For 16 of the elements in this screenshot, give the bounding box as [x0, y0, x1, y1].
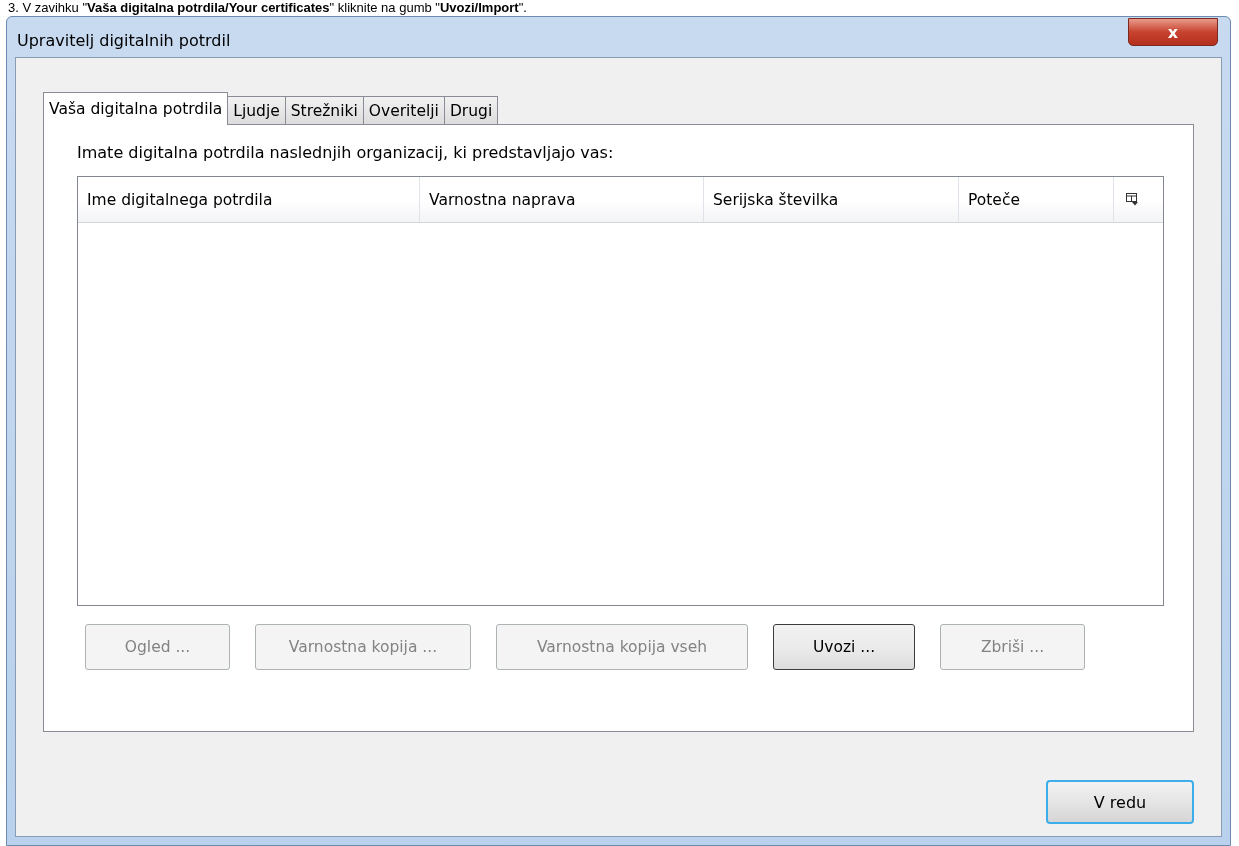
intro-text: Imate digitalna potrdila naslednjih organizacij, ki predstavljajo vas:: [77, 143, 615, 162]
document-text: 3. V zavihku "Vaša digitalna potrdila/Your certificates" kliknite na gumb "Uvozi/Import".: [7, 0, 528, 16]
ok-button[interactable]: V redu: [1046, 780, 1194, 824]
tab[interactable]: Drugi: [443, 96, 499, 124]
tab[interactable]: Overitelji: [362, 96, 445, 124]
column-header[interactable]: Serijska številka: [704, 177, 959, 222]
tab[interactable]: Strežniki: [284, 96, 364, 124]
action-button[interactable]: Uvozi ...: [773, 624, 915, 670]
tab[interactable]: Vaša digitalna potrdila: [43, 92, 229, 125]
column-header[interactable]: Varnostna naprava: [420, 177, 704, 222]
window-title: Upravitelj digitalnih potrdil: [16, 29, 231, 50]
tab[interactable]: Ljudje: [227, 96, 286, 124]
close-button[interactable]: x: [1128, 18, 1218, 46]
column-picker-icon[interactable]: [1126, 193, 1138, 206]
column-header[interactable]: Poteče: [959, 177, 1114, 222]
column-header[interactable]: Ime digitalnega potrdila: [78, 177, 420, 222]
